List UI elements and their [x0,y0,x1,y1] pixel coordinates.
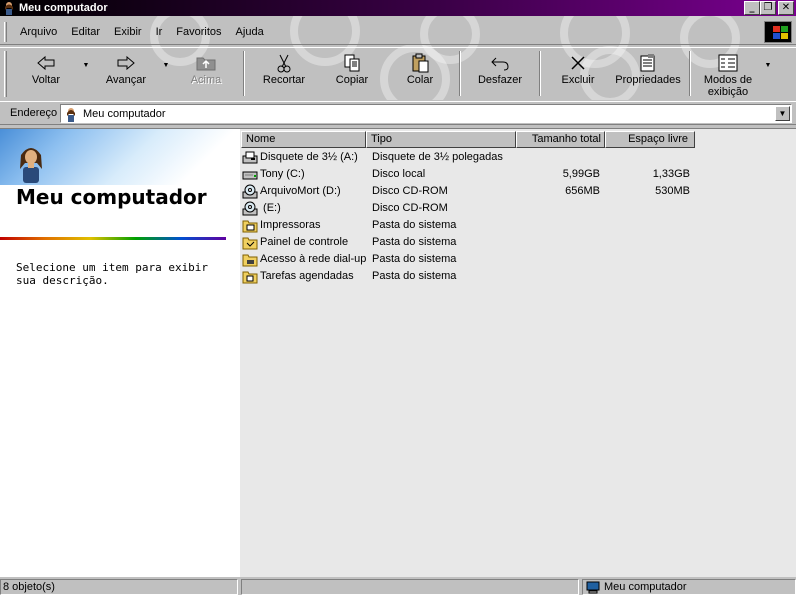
dropdown-arrow-icon: ▼ [162,62,170,69]
menu-arquivo[interactable]: Arquivo [13,26,64,38]
minimize-button[interactable]: _ [744,1,760,15]
my-computer-avatar-icon[interactable] [2,1,16,15]
paste-button[interactable]: Colar [385,48,455,99]
list-item[interactable]: ArquivoMort (D:) Disco CD-ROM 656MB 530M… [240,183,796,200]
rainbow-divider [0,237,226,240]
cdrom-drive-icon [242,184,258,199]
menu-ajuda[interactable]: Ajuda [229,26,271,38]
standard-toolbar: Voltar ▼ Avançar ▼ Acima Recortar Copiar… [0,47,796,99]
cut-button[interactable]: Recortar [249,48,319,99]
back-button[interactable]: Voltar [13,48,79,99]
floppy-drive-icon [242,150,258,165]
toolbar-separator [243,51,245,96]
column-header-free-space[interactable]: Espaço livre [605,131,695,148]
scheduled-tasks-folder-icon [242,269,258,284]
back-dropdown-button[interactable]: ▼ [79,48,93,99]
toolbar-grip[interactable] [4,51,7,97]
forward-dropdown-button[interactable]: ▼ [159,48,173,99]
list-item[interactable]: (E:) Disco CD-ROM [240,200,796,217]
undo-button[interactable]: Desfazer [465,48,535,99]
status-location: Meu computador [582,579,796,595]
properties-button[interactable]: Propriedades [611,48,685,99]
close-button[interactable]: ✕ [778,1,794,15]
info-pane-description: Selecione um item para exibir sua descri… [16,261,209,287]
folder-up-icon [195,52,217,74]
windows-logo-icon [764,21,792,43]
column-header-total-size[interactable]: Tamanho total [516,131,605,148]
close-icon: ✕ [781,2,791,13]
list-item[interactable]: Impressoras Pasta do sistema [240,217,796,234]
menu-ir[interactable]: Ir [149,26,170,38]
up-button[interactable]: Acima [173,48,239,99]
my-computer-avatar-icon [63,106,79,122]
status-middle-pane [241,579,579,595]
control-panel-folder-icon [242,235,258,250]
undo-icon [490,52,510,74]
address-field[interactable]: Meu computador ▼ [60,104,792,123]
properties-icon [639,52,657,74]
list-item[interactable]: Tarefas agendadas Pasta do sistema [240,268,796,285]
arrow-right-icon [116,52,136,74]
computer-icon [585,581,601,594]
hard-drive-icon [242,167,258,182]
scissors-icon [276,52,292,74]
command-bands: Arquivo Editar Exibir Ir Favoritos Ajuda… [0,16,796,100]
toolbar-separator [459,51,461,96]
cdrom-drive-icon [242,201,258,216]
info-pane: Meu computador Selecione um item para ex… [0,129,240,577]
menu-grip[interactable] [4,21,7,42]
menu-editar[interactable]: Editar [64,26,107,38]
file-list[interactable]: Nome Tipo Tamanho total Espaço livre Dis… [240,129,796,577]
info-pane-title: Meu computador [16,185,207,209]
dropdown-arrow-icon: ▼ [764,62,772,69]
minimize-icon: _ [749,2,755,13]
dropdown-arrow-icon: ▼ [778,109,787,118]
address-value: Meu computador [83,107,166,120]
dropdown-arrow-icon: ▼ [82,62,90,69]
views-grid-icon [718,52,738,74]
content-area: Meu computador Selecione um item para ex… [0,128,796,577]
arrow-left-icon [36,52,56,74]
toolbar-separator [539,51,541,96]
delete-button[interactable]: Excluir [545,48,611,99]
menu-exibir[interactable]: Exibir [107,26,149,38]
status-bar: 8 objeto(s) Meu computador [0,578,796,595]
clipboard-paste-icon [410,52,430,74]
status-object-count: 8 objeto(s) [0,579,238,595]
avatar-icon [14,143,48,183]
printers-folder-icon [242,218,258,233]
toolbar-separator [689,51,691,96]
list-item[interactable]: Painel de controle Pasta do sistema [240,234,796,251]
list-item[interactable]: Acesso à rede dial-up Pasta do sistema [240,251,796,268]
copy-icon [342,52,362,74]
window-title: Meu computador [19,2,108,14]
address-bar: Endereço Meu computador ▼ [0,101,796,125]
column-header-type[interactable]: Tipo [366,131,516,148]
address-dropdown-button[interactable]: ▼ [775,106,790,121]
delete-x-icon [569,52,587,74]
restore-icon: ❐ [763,2,773,13]
list-item[interactable]: Disquete de 3½ (A:) Disquete de 3½ poleg… [240,149,796,166]
menu-bar: Arquivo Editar Exibir Ir Favoritos Ajuda [0,19,796,45]
list-item[interactable]: Tony (C:) Disco local 5,99GB 1,33GB [240,166,796,183]
copy-button[interactable]: Copiar [319,48,385,99]
views-dropdown-button[interactable]: ▼ [761,48,775,99]
column-header-name[interactable]: Nome [241,131,366,148]
restore-button[interactable]: ❐ [760,1,776,15]
views-button[interactable]: Modos de exibição [695,48,761,99]
forward-button[interactable]: Avançar [93,48,159,99]
dialup-folder-icon [242,252,258,267]
title-bar[interactable]: Meu computador _ ❐ ✕ [0,0,796,16]
menu-favoritos[interactable]: Favoritos [169,26,228,38]
address-label: Endereço [10,107,58,119]
